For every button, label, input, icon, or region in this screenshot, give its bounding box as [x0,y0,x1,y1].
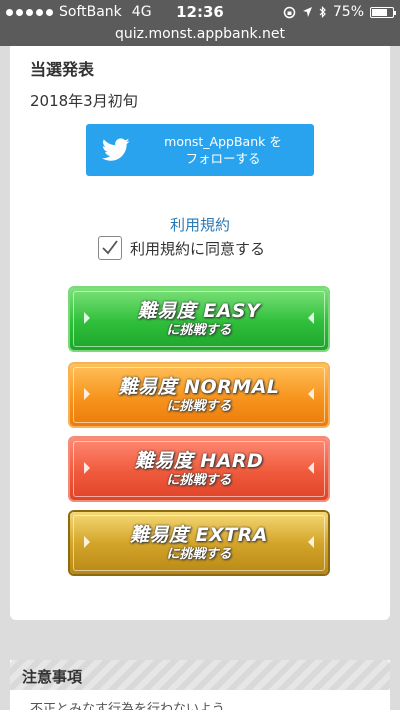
twitter-button-line2: フォローする [185,151,261,166]
twitter-button-line1: monst_AppBank を [164,134,282,149]
arrow-left-icon [308,388,314,400]
button-title: 難易度 NORMAL [118,375,280,398]
announcement-date: 2018年3月初旬 [30,92,138,110]
location-arrow-icon [302,7,312,17]
announcement-title: 当選発表 [30,60,95,79]
url-bar[interactable]: quiz.monst.appbank.net [0,24,400,46]
notes-text: 不正とみなす行為を行わないよう... [30,702,238,710]
button-title: 難易度 EXTRA [129,523,269,546]
arrow-left-icon [308,536,314,548]
notes-section: 注意事項 不正とみなす行為を行わないよう... [10,660,390,710]
twitter-follow-button[interactable]: monst_AppBank を フォローする [86,124,314,176]
hard-difficulty-button[interactable]: 難易度 HARD に挑戦する [70,438,328,500]
button-title: 難易度 EASY [137,299,261,322]
twitter-bird-icon [102,138,130,161]
status-bar: SoftBank 4G 12:36 75% [0,0,400,24]
arrow-left-icon [308,312,314,324]
arrow-right-icon [84,388,90,400]
agree-label: 利用規約に同意する [130,239,266,258]
bluetooth-icon [319,5,326,18]
button-title: 難易度 HARD [134,449,264,472]
button-subtitle: に挑戦する [166,398,232,414]
notes-header: 注意事項 [10,660,390,690]
arrow-left-icon [308,462,314,474]
easy-difficulty-button[interactable]: 難易度 EASY に挑戦する [70,288,328,350]
extra-difficulty-button[interactable]: 難易度 EXTRA に挑戦する [70,512,328,574]
arrow-right-icon [84,312,90,324]
terms-link[interactable]: 利用規約 [10,214,390,235]
battery-icon [370,6,396,18]
battery-percent: 75% [332,4,364,20]
button-subtitle: に挑戦する [166,546,232,562]
rotation-lock-icon [283,6,296,18]
notes-title: 注意事項 [22,668,83,686]
button-subtitle: に挑戦する [166,322,232,338]
normal-difficulty-button[interactable]: 難易度 NORMAL に挑戦する [70,364,328,426]
campaign-card: 当選発表 2018年3月初旬 monst_AppBank を フォローする 利用… [10,46,390,620]
button-subtitle: に挑戦する [166,472,232,488]
arrow-right-icon [84,462,90,474]
arrow-right-icon [84,536,90,548]
agree-checkbox[interactable] [98,236,122,260]
agree-terms-checkbox-row[interactable]: 利用規約に同意する [98,236,265,260]
checkmark-icon [102,240,118,255]
